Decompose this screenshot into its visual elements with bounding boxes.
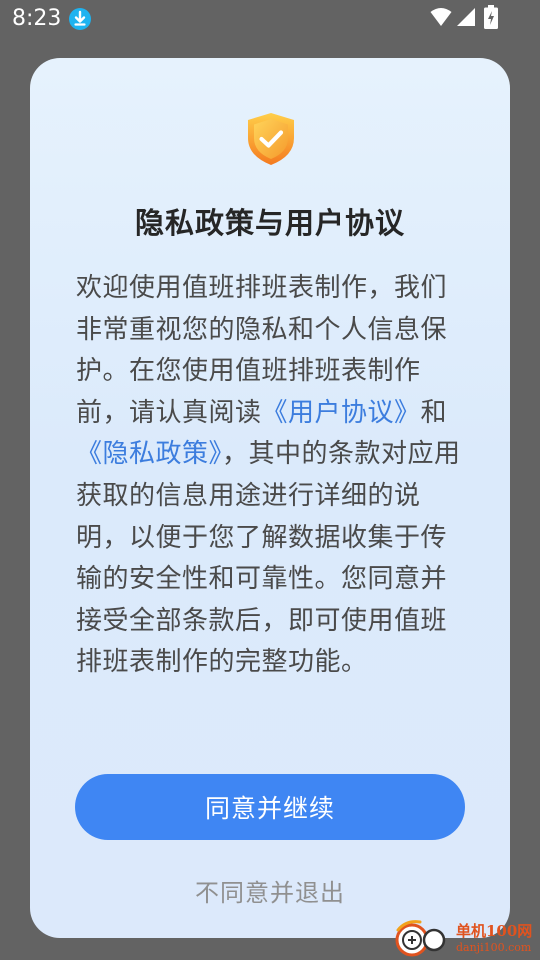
status-time: 8:23 [12,6,62,31]
wifi-icon [430,8,452,26]
disagree-exit-button[interactable]: 不同意并退出 [120,870,420,910]
watermark-url: danji100.com [456,941,532,954]
dialog-title: 隐私政策与用户协议 [134,206,405,240]
agree-continue-button[interactable]: 同意并继续 [75,774,465,840]
user-agreement-link[interactable]: 《用户协议》 [262,398,421,428]
download-notification-icon [69,8,91,30]
body-text-and: 和 [420,397,448,428]
privacy-dialog: 隐私政策与用户协议 欢迎使用值班排班表制作，我们非常重视您的隐私和个人信息保护。… [30,58,510,938]
battery-charging-icon [484,5,498,29]
status-bar: 8:23 [0,0,540,38]
watermark-text: 单机100网 [456,922,533,940]
body-text-part2: ，其中的条款对应用获取的信息用途进行详细的说明，以便于您了解数据收集于传输的安全… [76,439,461,678]
shield-check-icon [248,113,294,165]
signal-icon [457,8,475,26]
watermark-logo-icon [395,920,446,957]
watermark: 单机100网 danji100.com [392,916,540,960]
privacy-policy-link[interactable]: 《隐私政策》 [76,439,222,469]
dialog-body-text: 欢迎使用值班排班表制作，我们非常重视您的隐私和个人信息保护。在您使用值班排班表制… [76,268,466,684]
